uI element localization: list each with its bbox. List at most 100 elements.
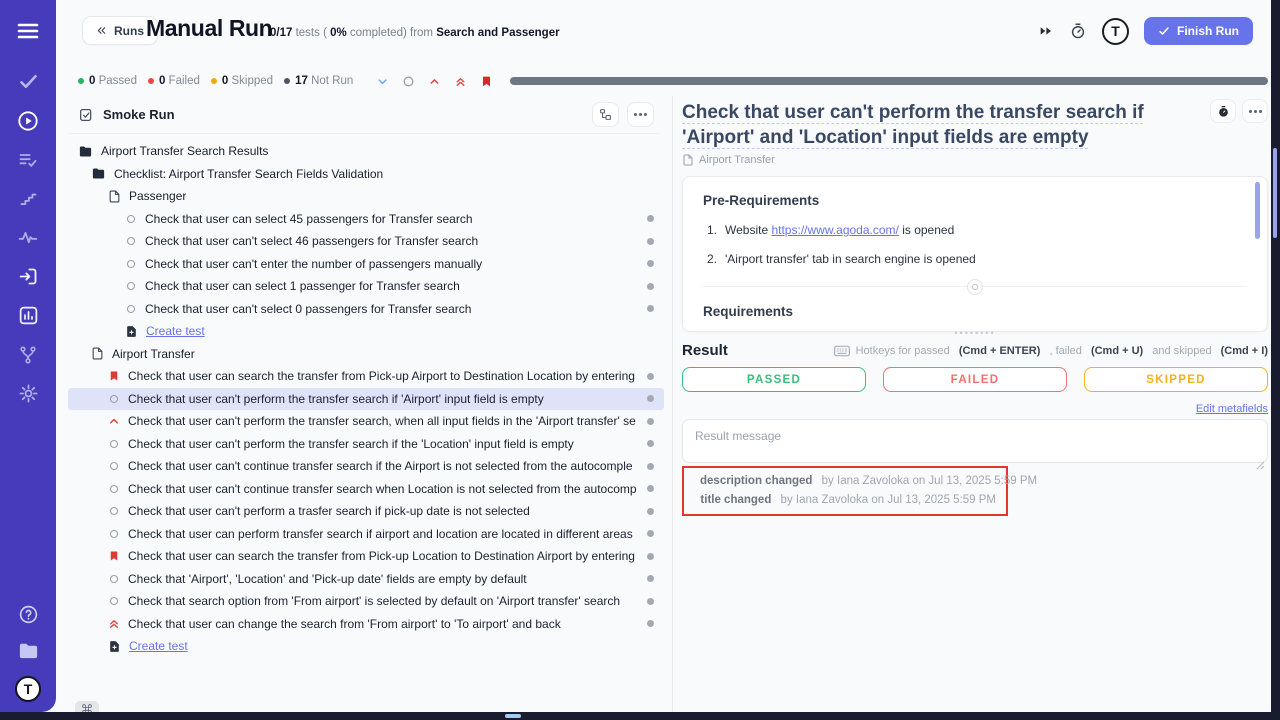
import-icon[interactable] [0, 257, 56, 296]
tree-test-item[interactable]: Check that 'Airport', 'Location' and 'Pi… [68, 568, 664, 591]
more-options-button[interactable] [1242, 99, 1268, 123]
finish-run-button[interactable]: Finish Run [1144, 17, 1253, 45]
edit-metafields-link[interactable]: Edit metafields [1196, 403, 1268, 415]
status-dot-icon [78, 78, 84, 84]
steps-icon[interactable] [0, 179, 56, 218]
tree-item-label: Create test [146, 324, 205, 338]
tree-item-label: Check that user can't continue transfer … [128, 459, 633, 473]
resize-handle[interactable]: •••••••• [954, 329, 995, 337]
assignee-dot [647, 485, 654, 492]
window-frame-bottom [0, 712, 1280, 720]
projects-folder-icon[interactable] [17, 639, 40, 662]
tree-test-item[interactable]: Check that search option from 'From airp… [68, 590, 664, 613]
chevrons-up-icon[interactable] [454, 75, 467, 88]
not-run-status-icon [108, 573, 120, 585]
tree-test-item[interactable]: Check that user can't continue transfer … [68, 478, 664, 501]
not-run-status-icon [108, 393, 120, 405]
tree-test-item[interactable]: Check that user can select 45 passengers… [68, 208, 664, 231]
tree-test-item[interactable]: Check that user can't continue transfer … [68, 455, 664, 478]
not-run-status-icon [125, 258, 137, 270]
check-icon[interactable] [0, 62, 56, 101]
assignee-dot [647, 620, 654, 627]
suite-title: Smoke Run [103, 107, 175, 122]
tree-test-item[interactable]: Check that user can't select 46 passenge… [68, 230, 664, 253]
passed-button[interactable]: PASSED [682, 367, 866, 392]
tree-file[interactable]: Passenger [68, 185, 664, 208]
assignee-dot [647, 260, 654, 267]
assignee-dot [647, 418, 654, 425]
top-bar: Runs Manual Run 0/17 tests ( 0% complete… [56, 0, 1271, 62]
tree-test-item[interactable]: Check that user can't perform the transf… [68, 388, 664, 411]
card-section-divider [703, 286, 1247, 287]
status-dot-icon [284, 78, 290, 84]
window-frame-right [1271, 0, 1280, 720]
fast-forward-icon[interactable] [1038, 23, 1054, 39]
tree-item-label: Check that user can select 45 passengers… [145, 212, 473, 226]
tree-folder[interactable]: Checklist: Airport Transfer Search Field… [68, 163, 664, 186]
circle-status-icon[interactable] [402, 75, 415, 88]
tree-test-item[interactable]: Check that user can't select 0 passenger… [68, 298, 664, 321]
pre-req-item: 1. Website https://www.agoda.com/ is ope… [703, 223, 1247, 237]
play-circle-icon[interactable] [0, 101, 56, 140]
stopwatch-button[interactable] [1210, 99, 1236, 123]
vertical-scrollbar[interactable] [1273, 148, 1277, 238]
not-run-status-icon [108, 460, 120, 472]
requirements-heading: Requirements [703, 304, 1247, 319]
tree-test-item[interactable]: Check that user can't enter the number o… [68, 253, 664, 276]
horizontal-scrollbar[interactable] [505, 714, 521, 718]
tree-item-label: Check that user can't enter the number o… [145, 257, 482, 271]
assignee-dot [647, 575, 654, 582]
tree-test-item[interactable]: Check that user can perform transfer sea… [68, 523, 664, 546]
list-check-icon[interactable] [0, 140, 56, 179]
stat-passed: 0 Passed [78, 75, 137, 87]
gear-icon[interactable] [0, 374, 56, 413]
collapse-handle-icon[interactable] [967, 279, 983, 295]
card-scrollbar[interactable] [1255, 182, 1260, 239]
user-avatar[interactable]: T [1102, 18, 1129, 45]
agoda-link[interactable]: https://www.agoda.com/ [771, 223, 898, 237]
parent-case-tag[interactable]: Airport Transfer [682, 154, 775, 166]
activity-icon[interactable] [0, 218, 56, 257]
more-options-button[interactable] [627, 102, 654, 127]
tree-item-label: Check that user can't select 0 passenger… [145, 302, 471, 316]
tree-item-label: Airport Transfer Search Results [101, 144, 268, 158]
tree-item-label: Check that user can perform transfer sea… [128, 527, 633, 541]
bar-chart-icon[interactable] [0, 296, 56, 335]
assignee-dot [647, 463, 654, 470]
create-test-link[interactable]: Create test [68, 320, 664, 343]
run-subtitle: 0/17 tests ( 0% completed) from Search a… [270, 27, 560, 39]
tree-test-item[interactable]: Check that user can select 1 passenger f… [68, 275, 664, 298]
back-label: Runs [114, 24, 144, 38]
tree-test-item[interactable]: Check that user can't perform a trasfer … [68, 500, 664, 523]
failed-button[interactable]: FAILED [883, 367, 1067, 392]
menu-icon[interactable] [16, 19, 40, 43]
skipped-button[interactable]: SKIPPED [1084, 367, 1268, 392]
tree-file[interactable]: Airport Transfer [68, 343, 664, 366]
panel-divider[interactable] [672, 96, 673, 712]
suite-header: Smoke Run [68, 96, 660, 134]
not-run-status-icon [108, 483, 120, 495]
tree-folder[interactable]: Airport Transfer Search Results [68, 140, 664, 163]
tree-item-label: Airport Transfer [112, 347, 195, 361]
tree-view-button[interactable] [592, 102, 619, 127]
tree-test-item[interactable]: Check that user can search the transfer … [68, 365, 664, 388]
test-tree: Airport Transfer Search Results Checklist… [68, 140, 664, 658]
tree-test-item[interactable]: Check that user can't perform the transf… [68, 410, 664, 433]
flag-icon[interactable] [480, 75, 493, 88]
create-icon [125, 325, 138, 338]
tree-test-item[interactable]: Check that user can't perform the transf… [68, 433, 664, 456]
branch-icon[interactable] [0, 335, 56, 374]
status-dot-icon [148, 78, 154, 84]
change-history-annotation: description changed by Iana Zavoloka on … [682, 466, 1008, 516]
test-list-panel: Smoke Run Airport Transfer Search Result… [68, 96, 666, 712]
chevron-up-icon[interactable] [428, 75, 441, 88]
create-test-link[interactable]: Create test [68, 635, 664, 658]
tree-test-item[interactable]: Check that user can change the search fr… [68, 613, 664, 636]
chevron-down-icon[interactable] [376, 75, 389, 88]
help-icon[interactable] [18, 604, 39, 625]
result-heading: Result [682, 342, 728, 359]
timer-icon[interactable] [1069, 22, 1087, 40]
tree-test-item[interactable]: Check that user can search the transfer … [68, 545, 664, 568]
result-message-input[interactable] [682, 419, 1268, 463]
workspace-avatar[interactable]: T [15, 676, 41, 702]
